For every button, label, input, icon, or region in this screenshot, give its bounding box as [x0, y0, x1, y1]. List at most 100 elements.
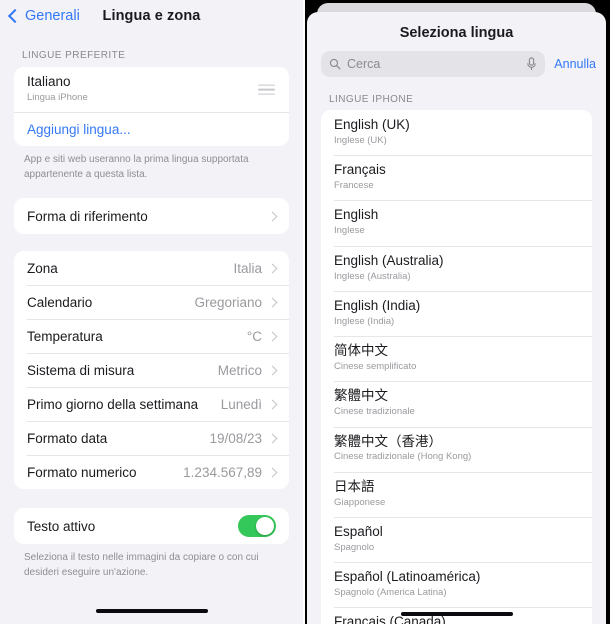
row-sistema-di-misura[interactable]: Sistema di misura Metrico	[14, 353, 289, 388]
language-name: English	[334, 207, 379, 223]
row-value: Metrico	[217, 362, 262, 378]
list-item-language[interactable]: Español (Latinoamérica) Spagnolo (Americ…	[321, 562, 592, 608]
language-subtitle: Cinese tradizionale (Hong Kong)	[334, 451, 472, 463]
chevron-left-icon	[7, 8, 23, 24]
preferred-languages-card: Italiano Lingua iPhone Aggiungi lingua..…	[14, 67, 289, 147]
row-formato-numerico[interactable]: Formato numerico 1.234.567,89	[14, 455, 289, 490]
row-primo-giorno-della-settimana[interactable]: Primo giorno della settimana Lunedì	[14, 387, 289, 422]
language-list-card: English (UK) Inglese (UK) Français Franc…	[321, 110, 592, 624]
row-label: Forma di riferimento	[27, 208, 148, 224]
add-language-button[interactable]: Aggiungi lingua...	[14, 112, 289, 147]
language-name: Français	[334, 162, 386, 178]
search-bar: Cerca Annulla	[307, 51, 606, 77]
search-placeholder-text: Cerca	[347, 57, 381, 71]
list-item-language[interactable]: English (India) Inglese (India)	[321, 290, 592, 337]
search-icon	[329, 58, 341, 70]
language-list-scroll-area[interactable]: English (UK) Inglese (UK) Français Franc…	[307, 110, 606, 624]
list-item-language[interactable]: 繁體中文（香港） Cinese tradizionale (Hong Kong)	[321, 426, 592, 472]
language-name: 简体中文	[334, 343, 388, 359]
row-value: Gregoriano	[194, 294, 262, 310]
home-indicator	[95, 609, 208, 613]
language-subtitle: Cinese semplificato	[334, 360, 417, 372]
row-label: Sistema di misura	[27, 362, 135, 378]
list-item-language[interactable]: English (Australia) Inglese (Australia)	[321, 245, 592, 291]
list-item-language-italiano[interactable]: Italiano Lingua iPhone	[14, 67, 289, 113]
language-subtitle: Lingua iPhone	[27, 91, 88, 103]
language-subtitle: Inglese (UK)	[334, 134, 387, 146]
row-temperatura[interactable]: Temperatura °C	[14, 319, 289, 354]
row-value: Italia	[233, 260, 262, 276]
language-subtitle: Inglese	[334, 225, 365, 237]
iphone-languages-header: LINGUE IPHONE	[329, 94, 414, 105]
language-name: Italiano	[27, 74, 71, 89]
live-text-footnote: Seleziona il testo nelle immagini da cop…	[24, 552, 259, 578]
row-value: 19/08/23	[209, 430, 262, 446]
sheet-title: Seleziona lingua	[399, 25, 514, 41]
language-name: Español (Latinoamérica)	[334, 569, 481, 585]
region-settings-card: Zona Italia Calendario Gregoriano Temper…	[14, 251, 289, 490]
chevron-right-icon	[267, 399, 278, 410]
preferred-languages-footnote: App e siti web useranno la prima lingua …	[24, 154, 249, 180]
select-language-sheet: Seleziona lingua Cerca Annulla LINGUE IP…	[307, 12, 606, 624]
chevron-right-icon	[267, 433, 278, 444]
cancel-button[interactable]: Annulla	[554, 57, 596, 71]
chevron-right-icon	[267, 331, 278, 342]
language-name: 繁體中文（香港）	[334, 433, 442, 449]
list-item-language[interactable]: Español Spagnolo	[321, 516, 592, 563]
chevron-right-icon	[267, 297, 278, 308]
chevron-right-icon	[267, 263, 278, 274]
chevron-right-icon	[267, 365, 278, 376]
search-input[interactable]: Cerca	[321, 51, 546, 77]
panel-divider	[303, 0, 305, 624]
row-label: Primo giorno della settimana	[27, 396, 199, 412]
list-item-language[interactable]: English (UK) Inglese (UK)	[321, 110, 592, 156]
chevron-right-icon	[267, 467, 278, 478]
row-testo-attivo[interactable]: Testo attivo	[14, 508, 289, 545]
language-subtitle: Giapponese	[334, 496, 386, 508]
row-calendario[interactable]: Calendario Gregoriano	[14, 285, 289, 320]
language-region-settings-panel: Generali Lingua e zona LINGUE PREFERITE …	[0, 0, 303, 624]
row-label: Formato numerico	[27, 464, 137, 480]
language-subtitle: Spagnolo (America Latina)	[334, 587, 447, 599]
select-language-modal-panel: Seleziona lingua Cerca Annulla LINGUE IP…	[303, 0, 610, 624]
row-label: Formato data	[27, 430, 108, 446]
row-zona[interactable]: Zona Italia	[14, 251, 289, 286]
back-button-generali[interactable]: Generali	[7, 8, 80, 24]
language-name: English (Australia)	[334, 252, 444, 268]
list-item-language[interactable]: 日本語 Giapponese	[321, 471, 592, 517]
language-name: 日本語	[334, 478, 375, 494]
list-item-language[interactable]: Français Francese	[321, 155, 592, 201]
row-label: Temperatura	[27, 328, 103, 344]
chevron-right-icon	[267, 211, 278, 222]
screenshot-root: Generali Lingua e zona LINGUE PREFERITE …	[0, 0, 610, 624]
language-name: 繁體中文	[334, 388, 388, 404]
language-subtitle: Inglese (Australia)	[334, 270, 411, 282]
language-subtitle: Inglese (India)	[334, 315, 395, 327]
row-value: 1.234.567,89	[183, 464, 262, 480]
preferred-languages-header: LINGUE PREFERITE	[22, 50, 126, 61]
language-name: English (India)	[334, 297, 421, 313]
home-indicator	[400, 612, 513, 616]
row-formato-data[interactable]: Formato data 19/08/23	[14, 421, 289, 456]
row-forma-di-riferimento[interactable]: Forma di riferimento	[14, 198, 289, 235]
list-item-language[interactable]: 简体中文 Cinese semplificato	[321, 336, 592, 382]
live-text-card: Testo attivo	[14, 508, 289, 545]
row-value: Lunedì	[220, 396, 262, 412]
list-item-language[interactable]: English Inglese	[321, 200, 592, 246]
list-item-language[interactable]: 繁體中文 Cinese tradizionale	[321, 381, 592, 427]
row-label: Calendario	[27, 294, 93, 310]
microphone-icon[interactable]	[526, 57, 537, 71]
back-button-label: Generali	[25, 8, 80, 24]
reorder-handle-icon[interactable]	[258, 81, 275, 98]
reference-form-card: Forma di riferimento	[14, 198, 289, 235]
row-label: Zona	[27, 260, 58, 276]
settings-scroll-area[interactable]: LINGUE PREFERITE Italiano Lingua iPhone …	[0, 32, 303, 624]
row-value: °C	[246, 328, 262, 344]
language-name: Español	[334, 523, 383, 539]
row-label: Testo attivo	[27, 518, 96, 534]
language-subtitle: Spagnolo	[334, 541, 375, 553]
testo-attivo-toggle[interactable]	[238, 515, 276, 538]
navigation-bar: Generali Lingua e zona	[0, 0, 303, 32]
language-subtitle: Cinese tradizionale	[334, 406, 415, 418]
language-name: English (UK)	[334, 117, 410, 132]
